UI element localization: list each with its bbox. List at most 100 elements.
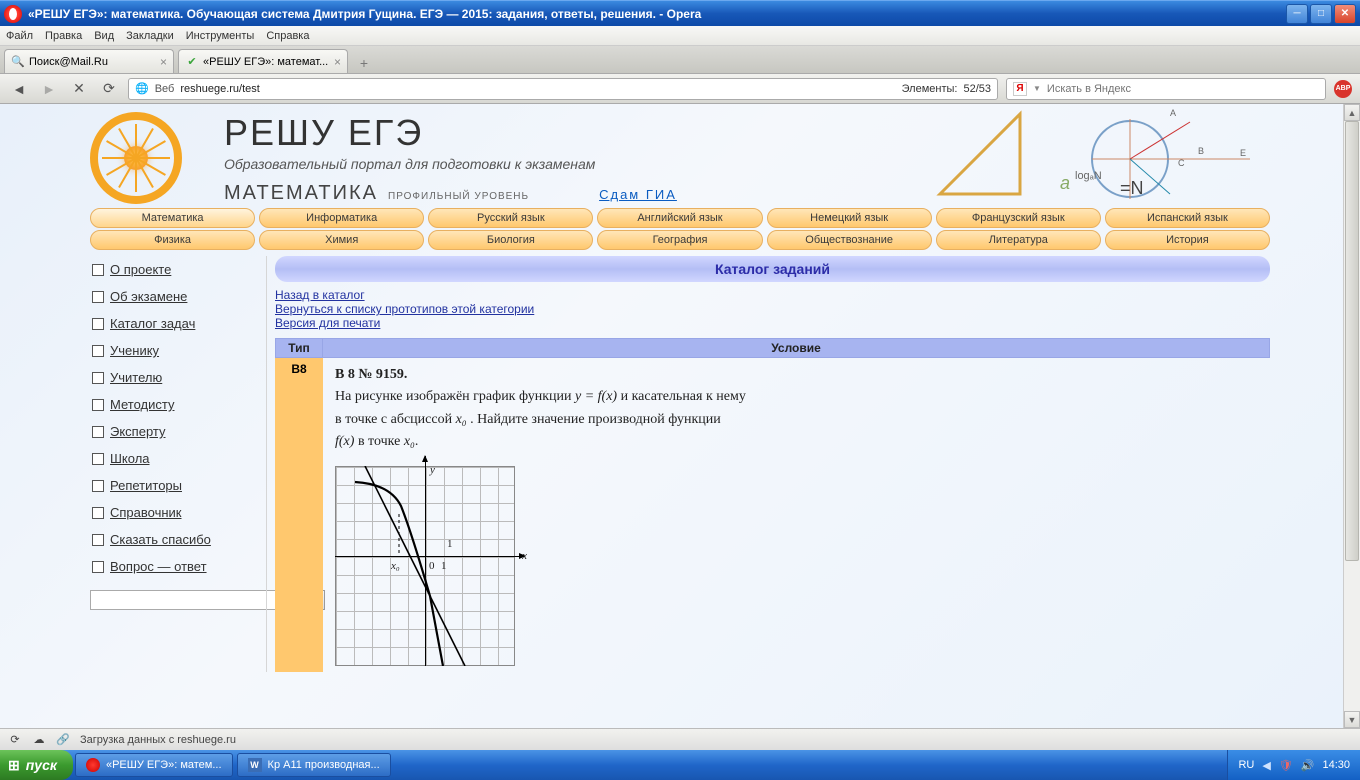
formula: x₀ bbox=[456, 412, 467, 427]
subject-tab-physics[interactable]: Физика bbox=[90, 230, 255, 250]
checkbox-icon[interactable] bbox=[92, 264, 104, 276]
menu-edit[interactable]: Правка bbox=[45, 30, 82, 42]
svg-text:=N: =N bbox=[1120, 178, 1144, 198]
menu-file[interactable]: Файл bbox=[6, 30, 33, 42]
clock[interactable]: 14:30 bbox=[1322, 759, 1350, 771]
sidebar-search-input[interactable] bbox=[90, 590, 277, 610]
sidebar-item-student[interactable]: Ученику bbox=[90, 337, 266, 364]
subject-tab-chemistry[interactable]: Химия bbox=[259, 230, 424, 250]
link-print-version[interactable]: Версия для печати bbox=[275, 316, 380, 330]
sidebar-item-exam[interactable]: Об экзамене bbox=[90, 283, 266, 310]
formula: f(x) bbox=[335, 434, 354, 449]
window-maximize-button[interactable]: □ bbox=[1310, 4, 1332, 24]
subject-tab-informatics[interactable]: Информатика bbox=[259, 208, 424, 228]
sidebar-item-tutors[interactable]: Репетиторы bbox=[90, 472, 266, 499]
search-input[interactable] bbox=[1047, 83, 1319, 95]
taskbar-item-word[interactable]: W Кр А11 производная... bbox=[237, 753, 391, 777]
nav-reload-button[interactable]: ✕ bbox=[68, 78, 90, 100]
task-number: B 8 № 9159. bbox=[335, 367, 407, 382]
subject-tab-geography[interactable]: География bbox=[597, 230, 762, 250]
nav-home-button[interactable]: ⟳ bbox=[98, 78, 120, 100]
checkbox-icon[interactable] bbox=[92, 534, 104, 546]
gia-link[interactable]: Сдам ГИА bbox=[599, 187, 677, 202]
sidebar-item-reference[interactable]: Справочник bbox=[90, 499, 266, 526]
checkbox-icon[interactable] bbox=[92, 345, 104, 357]
browser-tab-reshuege[interactable]: ✔ «РЕШУ ЕГЭ»: математ... × bbox=[178, 49, 348, 73]
sidebar-item-expert[interactable]: Эксперту bbox=[90, 418, 266, 445]
svg-text:A: A bbox=[1170, 108, 1176, 118]
subject-tab-german[interactable]: Немецкий язык bbox=[767, 208, 932, 228]
subject-tab-biology[interactable]: Биология bbox=[428, 230, 593, 250]
tray-shield-icon[interactable]: 🛡 bbox=[1279, 759, 1293, 772]
sidebar-link: Каталог задач bbox=[110, 316, 195, 331]
subject-tab-french[interactable]: Французский язык bbox=[936, 208, 1101, 228]
menu-tools[interactable]: Инструменты bbox=[186, 30, 255, 42]
subject-tab-spanish[interactable]: Испанский язык bbox=[1105, 208, 1270, 228]
scroll-up-icon[interactable]: ▲ bbox=[1344, 104, 1360, 121]
close-icon[interactable]: × bbox=[160, 55, 167, 69]
opera-icon bbox=[4, 5, 22, 23]
menu-bookmarks[interactable]: Закладки bbox=[126, 30, 174, 42]
browser-tab-mail[interactable]: 🔍 Поиск@Mail.Ru × bbox=[4, 49, 174, 73]
link-back-catalog[interactable]: Назад в каталог bbox=[275, 288, 365, 302]
checkbox-icon[interactable] bbox=[92, 426, 104, 438]
window-close-button[interactable]: ✕ bbox=[1334, 4, 1356, 24]
subject-tab-russian[interactable]: Русский язык bbox=[428, 208, 593, 228]
address-bar[interactable]: 🌐 Веб reshuege.ru/test Элементы: 52/53 bbox=[128, 78, 998, 100]
sidebar-item-catalog[interactable]: Каталог задач bbox=[90, 310, 266, 337]
svg-text:B: B bbox=[1198, 146, 1204, 156]
checkbox-icon[interactable] bbox=[92, 561, 104, 573]
checkbox-icon[interactable] bbox=[92, 318, 104, 330]
start-button[interactable]: ⊞ пуск bbox=[0, 750, 73, 780]
subject-tab-math[interactable]: Математика bbox=[90, 208, 255, 228]
subject-tab-social[interactable]: Обществознание bbox=[767, 230, 932, 250]
adblock-icon[interactable]: ABP bbox=[1334, 80, 1352, 98]
sidebar-item-about[interactable]: О проекте bbox=[90, 256, 266, 283]
chevron-down-icon[interactable]: ▼ bbox=[1033, 84, 1041, 93]
cloud-icon[interactable]: ☁ bbox=[32, 733, 46, 747]
subject-tab-english[interactable]: Английский язык bbox=[597, 208, 762, 228]
scroll-down-icon[interactable]: ▼ bbox=[1344, 711, 1360, 728]
nav-back-button[interactable]: ◄ bbox=[8, 78, 30, 100]
scroll-thumb[interactable] bbox=[1345, 121, 1359, 561]
subject-tab-history[interactable]: История bbox=[1105, 230, 1270, 250]
status-bar: ⟳ ☁ 🔗 Загрузка данных с reshuege.ru bbox=[0, 728, 1360, 750]
menu-view[interactable]: Вид bbox=[94, 30, 114, 42]
tray-chevron-icon[interactable]: ◀ bbox=[1262, 759, 1270, 772]
link-icon[interactable]: 🔗 bbox=[56, 733, 70, 747]
checkbox-icon[interactable] bbox=[92, 372, 104, 384]
taskbar-item-opera[interactable]: «РЕШУ ЕГЭ»: матем... bbox=[75, 753, 233, 777]
subject-tab-literature[interactable]: Литература bbox=[936, 230, 1101, 250]
elements-counter-label: Элементы: bbox=[902, 83, 958, 95]
sidebar-item-qna[interactable]: Вопрос — ответ bbox=[90, 553, 266, 580]
task-table-header: Тип Условие bbox=[275, 338, 1270, 358]
sidebar-item-teacher[interactable]: Учителю bbox=[90, 364, 266, 391]
nav-forward-button[interactable]: ► bbox=[38, 78, 60, 100]
link-back-prototypes[interactable]: Вернуться к списку прототипов этой катег… bbox=[275, 302, 534, 316]
close-icon[interactable]: × bbox=[334, 55, 341, 69]
task-text: . Найдите значение производной функции bbox=[470, 412, 721, 427]
axis-tick-1y: 1 bbox=[447, 536, 453, 554]
checkbox-icon[interactable] bbox=[92, 507, 104, 519]
word-icon: W bbox=[248, 758, 262, 772]
window-minimize-button[interactable]: ─ bbox=[1286, 4, 1308, 24]
tab-label: «РЕШУ ЕГЭ»: математ... bbox=[203, 56, 330, 68]
tray-volume-icon[interactable]: 🔊 bbox=[1301, 759, 1315, 772]
sync-icon[interactable]: ⟳ bbox=[8, 733, 22, 747]
language-indicator[interactable]: RU bbox=[1238, 759, 1254, 771]
sidebar-item-thanks[interactable]: Сказать спасибо bbox=[90, 526, 266, 553]
sidebar: О проекте Об экзамене Каталог задач Учен… bbox=[90, 256, 266, 672]
opera-icon bbox=[86, 758, 100, 772]
new-tab-button[interactable]: + bbox=[352, 53, 376, 73]
menu-bar: Файл Правка Вид Закладки Инструменты Спр… bbox=[0, 26, 1360, 46]
menu-help[interactable]: Справка bbox=[266, 30, 309, 42]
checkbox-icon[interactable] bbox=[92, 399, 104, 411]
checkbox-icon[interactable] bbox=[92, 480, 104, 492]
vertical-scrollbar[interactable]: ▲ ▼ bbox=[1343, 104, 1360, 728]
sidebar-item-school[interactable]: Школа bbox=[90, 445, 266, 472]
checkbox-icon[interactable] bbox=[92, 291, 104, 303]
checkbox-icon[interactable] bbox=[92, 453, 104, 465]
sidebar-link: Учителю bbox=[110, 370, 162, 385]
search-bar[interactable]: Я ▼ bbox=[1006, 78, 1326, 100]
sidebar-item-methodist[interactable]: Методисту bbox=[90, 391, 266, 418]
